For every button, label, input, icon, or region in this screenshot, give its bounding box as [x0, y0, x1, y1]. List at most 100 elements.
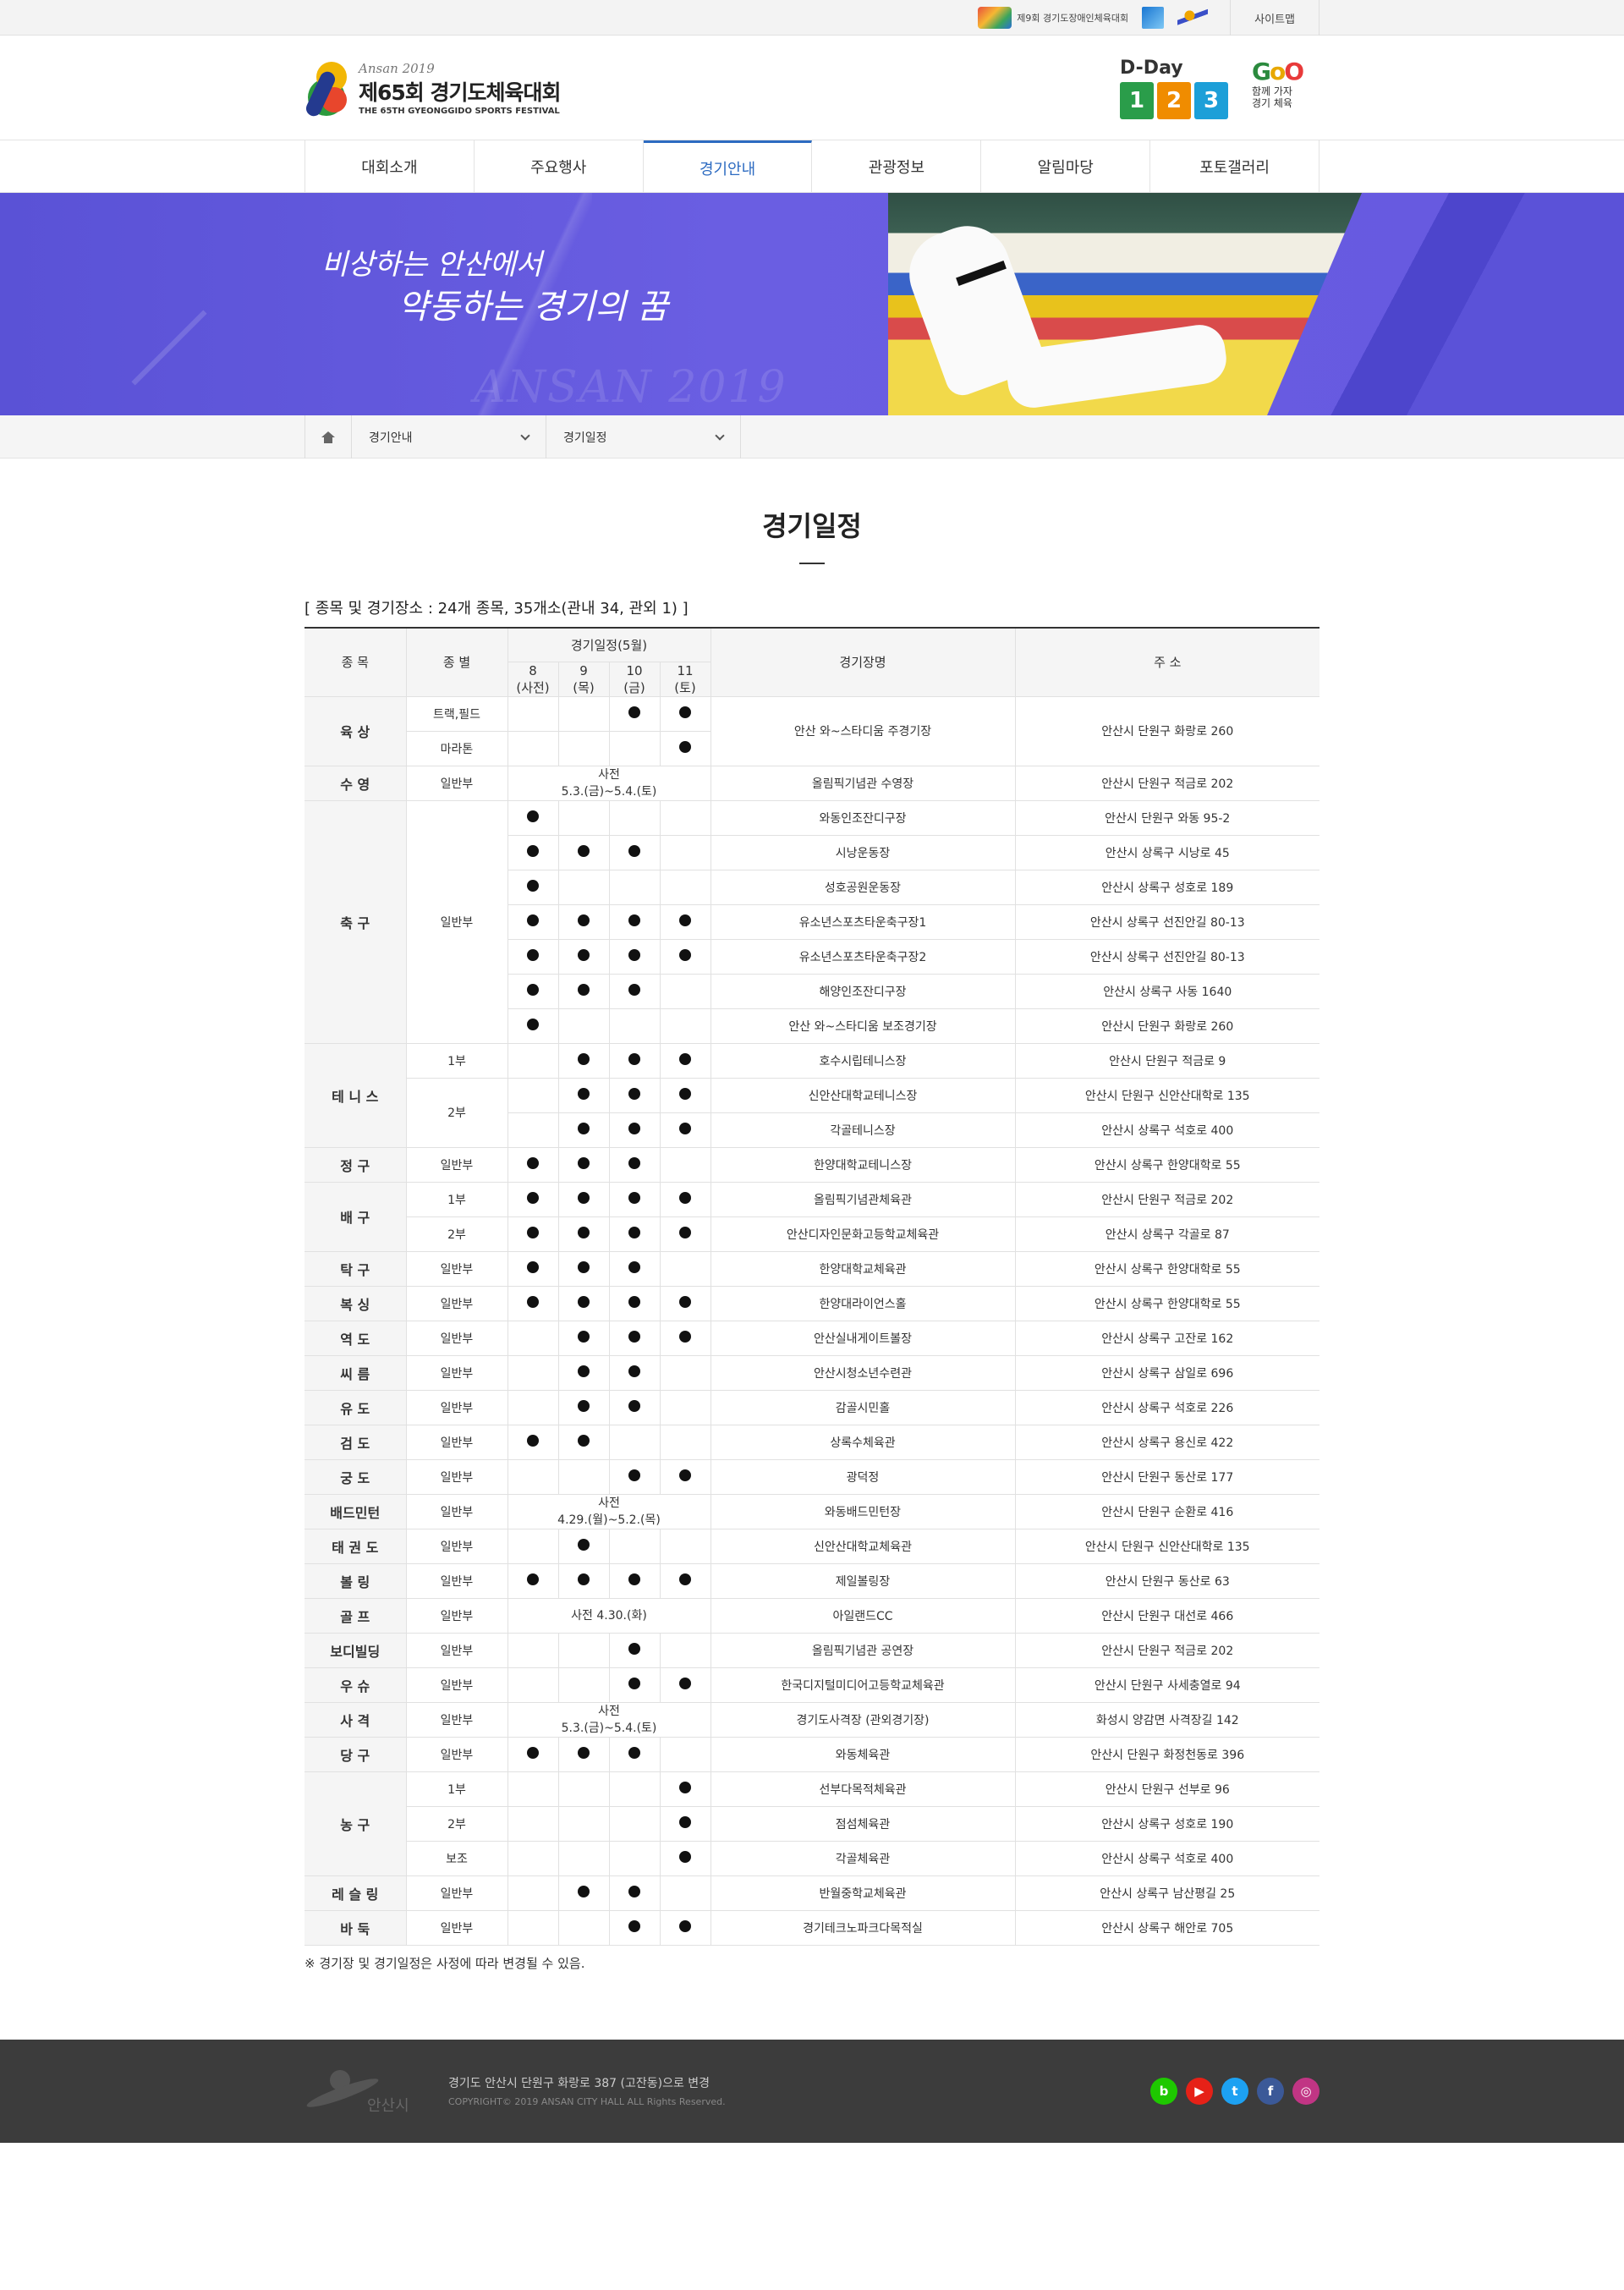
venue-cell: 호수시립테니스장 — [710, 1042, 1016, 1079]
venue-cell: 올림픽기념관체육관 — [710, 1181, 1016, 1217]
location-depth2-select[interactable]: 경기일정 — [546, 415, 741, 459]
nav-item-2[interactable]: 주요행사 — [475, 140, 644, 193]
day-cell — [659, 1112, 711, 1148]
header-day: 10 (금) — [608, 661, 661, 697]
table-row: 우 슈 일반부 한국디지털미디어고등학교체육관 안산시 단원구 사세충열로 94 — [304, 1667, 1320, 1703]
day-cell — [557, 1354, 610, 1391]
table-row: 수 영 일반부 사전 5.3.(금)~5.4.(토) 올림픽기념관 수영장 안산시 단원구… — [304, 765, 1320, 801]
day-cell — [659, 1354, 711, 1391]
location-depth1-select[interactable]: 경기안내 — [352, 415, 546, 459]
sport-cell: 바 둑 — [304, 1909, 407, 1946]
table-row: 탁 구 일반부 한양대학교체육관 안산시 상록구 한양대학로 55 — [304, 1250, 1320, 1287]
scheduled-dot-icon — [679, 1330, 691, 1343]
home-button[interactable] — [304, 415, 352, 459]
day-cell — [507, 1528, 559, 1564]
scheduled-dot-icon — [628, 1642, 640, 1655]
footer: 안산시 경기도 안산시 단원구 화랑로 387 (고잔동)으로 변경 COPYR… — [0, 2039, 1624, 2143]
division-cell: 일반부 — [405, 1909, 508, 1946]
day-cell — [659, 730, 710, 766]
day-cell — [659, 1146, 711, 1183]
logo-main-text: 제65회 경기도체육대회 — [359, 80, 561, 105]
blog-icon[interactable]: b — [1150, 2077, 1177, 2105]
nav-item-5[interactable]: 알림마당 — [981, 140, 1151, 193]
sitemap-link[interactable]: 사이트맵 — [1230, 0, 1320, 36]
partner-link-disabled-games[interactable]: 제9회 경기도장애인체육대회 — [971, 5, 1135, 30]
division-cell: 일반부 — [405, 1562, 508, 1599]
instagram-icon[interactable]: ◎ — [1292, 2077, 1320, 2105]
day-cell — [557, 1909, 610, 1946]
scheduled-dot-icon — [679, 1191, 691, 1204]
address-cell: 안산시 상록구 각골로 87 — [1014, 1216, 1320, 1252]
scheduled-dot-icon — [527, 1746, 539, 1759]
youtube-icon[interactable]: ▶ — [1186, 2077, 1213, 2105]
scheduled-dot-icon — [628, 1573, 640, 1585]
scheduled-dot-icon — [679, 1226, 691, 1238]
table-row: 2부 점섬체육관 안산시 상록구 성호로 190 — [304, 1805, 1320, 1842]
nav-item-1[interactable]: 대회소개 — [305, 140, 475, 193]
venue-cell: 상록수체육관 — [710, 1424, 1016, 1460]
table-row: 정 구 일반부 한양대학교테니스장 안산시 상록구 한양대학로 55 — [304, 1146, 1320, 1183]
day-cell — [557, 1667, 610, 1703]
partner-link-gyeonggi[interactable] — [1135, 5, 1171, 30]
day-cell — [507, 1424, 559, 1460]
venue-cell: 시낭운동장 — [710, 834, 1016, 870]
day-cell — [608, 1285, 661, 1321]
go-slogan-logo: GoO 함께 가자 경기 체육 — [1252, 58, 1320, 109]
sport-cell: 수 영 — [304, 765, 407, 801]
table-row: 육 상 트랙,필드 안산 와~스타디움 주경기장 안산시 단원구 화랑로 260 — [304, 695, 1320, 766]
scheduled-dot-icon — [578, 1330, 590, 1343]
day-cell — [557, 1112, 610, 1148]
address-cell: 안산시 상록구 용신로 422 — [1014, 1424, 1320, 1460]
scheduled-dot-icon — [527, 879, 539, 892]
partner-label: 제9회 경기도장애인체육대회 — [1017, 13, 1129, 24]
day-cell — [608, 1424, 661, 1460]
venue-cell: 신안산대학교체육관 — [710, 1528, 1016, 1564]
nav-item-6[interactable]: 포토갤러리 — [1150, 140, 1320, 193]
venue-cell: 한양대라이언스홀 — [710, 1285, 1016, 1321]
scheduled-dot-icon — [628, 948, 640, 961]
day-cell — [507, 1562, 559, 1599]
sport-cell: 태 권 도 — [304, 1528, 407, 1564]
address-cell: 안산시 단원구 순환로 416 — [1014, 1493, 1320, 1529]
day-cell — [507, 1875, 559, 1911]
day-cell — [659, 1528, 711, 1564]
day-cell — [608, 1181, 661, 1217]
facebook-icon[interactable]: f — [1257, 2077, 1284, 2105]
header-sport: 종 목 — [304, 627, 407, 697]
table-row: 레 슬 링 일반부 반월중학교체육관 안산시 상록구 남산평길 25 — [304, 1875, 1320, 1911]
address-cell: 안산시 단원구 신안산대학로 135 — [1014, 1528, 1320, 1564]
footer-copyright: COPYRIGHT© 2019 ANSAN CITY HALL ALL Righ… — [448, 2096, 726, 2107]
division-cell: 일반부 — [405, 1701, 508, 1738]
twitter-icon[interactable]: t — [1221, 2077, 1248, 2105]
scheduled-dot-icon — [578, 948, 590, 961]
header-day-number: 8 — [529, 662, 537, 678]
sport-cell: 배 구 — [304, 1181, 407, 1252]
nav-item-4[interactable]: 관광정보 — [812, 140, 982, 193]
festival-logo[interactable]: Ansan 2019 제65회 경기도체육대회 THE 65TH GYEONGG… — [304, 53, 561, 123]
day-cell — [608, 1216, 661, 1252]
schedule-note-line: 사전 — [598, 1704, 620, 1718]
schedule-note-line: 4.29.(월)~5.2.(목) — [557, 1513, 661, 1527]
scheduled-dot-icon — [578, 1191, 590, 1204]
header-day-weekday: (목) — [573, 679, 595, 695]
address-cell: 안산시 단원구 신안산대학로 135 — [1014, 1077, 1320, 1113]
nav-item-3[interactable]: 경기안내 — [643, 140, 813, 193]
venue-cell: 한양대학교체육관 — [710, 1250, 1016, 1287]
table-row: 배드민턴 일반부 사전 4.29.(월)~5.2.(목) 와동배드민턴장 안산시 단원구 … — [304, 1493, 1320, 1529]
division-cell: 일반부 — [405, 1667, 508, 1703]
address-cell: 안산시 상록구 남산평길 25 — [1014, 1875, 1320, 1911]
day-cell — [608, 903, 661, 940]
scheduled-dot-icon — [628, 1052, 640, 1065]
day-cell — [659, 1840, 711, 1876]
day-cell — [507, 1181, 559, 1217]
venue-cell: 해양인조잔디구장 — [710, 973, 1016, 1009]
partner-link-ansan[interactable] — [1171, 5, 1215, 30]
scheduled-dot-icon — [527, 1226, 539, 1238]
hero-banner: 비상하는 안산에서 약동하는 경기의 꿈 ANSAN 2019 — [0, 193, 1624, 415]
scheduled-dot-icon — [578, 1122, 590, 1134]
scheduled-dot-icon — [628, 1469, 640, 1481]
scheduled-dot-icon — [527, 1156, 539, 1169]
day-cell — [608, 1146, 661, 1183]
sport-cell: 유 도 — [304, 1389, 407, 1425]
day-cell — [557, 1736, 610, 1772]
